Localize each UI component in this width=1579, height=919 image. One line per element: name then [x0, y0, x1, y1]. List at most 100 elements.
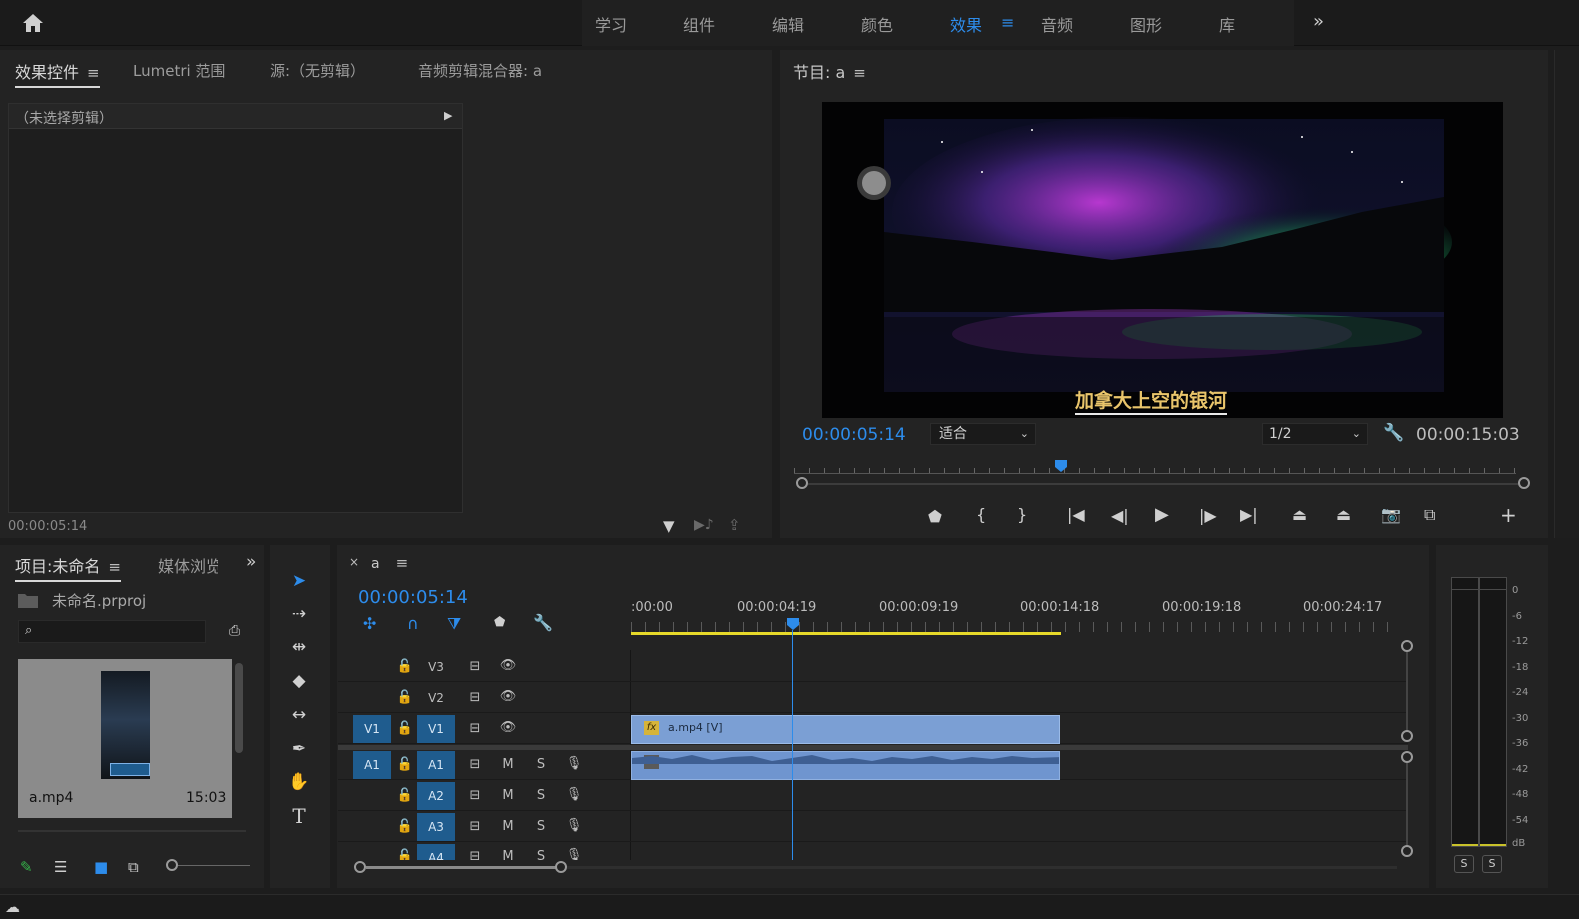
- lock-icon[interactable]: 🔓: [395, 849, 415, 860]
- home-icon[interactable]: [20, 10, 46, 36]
- track-target-a3[interactable]: A3: [417, 813, 455, 841]
- horizontal-zoom-end-handle[interactable]: [555, 861, 567, 873]
- source-patch-v1[interactable]: V1: [353, 715, 391, 743]
- mute-button[interactable]: M: [498, 788, 518, 803]
- comparison-view-icon[interactable]: ⧉: [1424, 505, 1435, 525]
- workspace-tab-color[interactable]: 颜色: [861, 12, 893, 36]
- selection-tool-icon[interactable]: ➤: [284, 568, 314, 594]
- tab-lumetri-scopes[interactable]: Lumetri 范围: [133, 60, 225, 81]
- project-scrollbar[interactable]: [235, 663, 243, 753]
- play-audio-icon[interactable]: ▶♪: [694, 517, 714, 533]
- lift-icon[interactable]: ⏏: [1292, 505, 1307, 524]
- resolution-select[interactable]: 1/2 ⌄: [1262, 423, 1368, 445]
- program-time-ruler[interactable]: [794, 462, 1516, 474]
- mute-button[interactable]: M: [498, 819, 518, 834]
- microphone-icon[interactable]: 🎙: [564, 818, 584, 833]
- step-forward-icon[interactable]: |▶: [1199, 506, 1217, 525]
- tab-source[interactable]: 源:（无剪辑）: [270, 60, 365, 81]
- linked-selection-icon[interactable]: ⧩: [447, 614, 461, 634]
- lock-icon[interactable]: 🔓: [395, 721, 415, 736]
- mute-button[interactable]: M: [498, 849, 518, 860]
- program-menu-icon[interactable]: ≡: [853, 64, 866, 82]
- export-frame-camera-icon[interactable]: 📷: [1381, 505, 1401, 524]
- tab-audio-clip-mixer[interactable]: 音频剪辑混合器: a: [418, 60, 542, 81]
- icon-view-icon[interactable]: ■: [94, 858, 108, 876]
- program-zoom-start-handle[interactable]: [796, 477, 808, 489]
- microphone-icon[interactable]: 🎙: [564, 756, 584, 771]
- solo-button[interactable]: S: [531, 819, 551, 834]
- pen-tool-icon[interactable]: ✒: [284, 736, 314, 762]
- lock-icon[interactable]: 🔓: [395, 819, 415, 834]
- program-zoom-end-handle[interactable]: [1518, 477, 1530, 489]
- clip-thumbnail-card[interactable]: a.mp4 15:03: [18, 659, 232, 818]
- microphone-icon[interactable]: 🎙: [564, 787, 584, 802]
- mute-button[interactable]: M: [498, 757, 518, 772]
- sync-lock-icon[interactable]: ⊟: [465, 788, 485, 803]
- expand-arrow-icon[interactable]: ▶: [444, 109, 452, 122]
- close-sequence-icon[interactable]: ×: [349, 555, 359, 569]
- timeline-timecode[interactable]: 00:00:05:14: [358, 587, 468, 608]
- razor-tool-icon[interactable]: ◆: [284, 668, 314, 694]
- sync-lock-icon[interactable]: ⊟: [465, 757, 485, 772]
- solo-button[interactable]: S: [531, 849, 551, 860]
- mark-in-icon[interactable]: {: [976, 505, 986, 524]
- filter-icon[interactable]: ▼: [663, 517, 675, 535]
- audio-vertical-scrollbar[interactable]: [1406, 763, 1408, 845]
- play-icon[interactable]: ▶: [1155, 504, 1169, 525]
- workspace-tab-editing[interactable]: 编辑: [772, 12, 804, 36]
- microphone-icon[interactable]: 🎙: [564, 848, 584, 860]
- add-button-icon[interactable]: +: [1500, 503, 1517, 527]
- program-video-frame[interactable]: 加拿大上空的银河: [822, 102, 1503, 418]
- thumbnail-size-slider[interactable]: [178, 865, 250, 866]
- track-select-tool-icon[interactable]: ⇢: [284, 601, 314, 627]
- track-target-v2[interactable]: V2: [417, 684, 455, 712]
- new-search-bin-icon[interactable]: ⎙: [229, 623, 240, 639]
- list-view-icon[interactable]: ☰: [54, 858, 67, 876]
- program-current-time[interactable]: 00:00:05:14: [802, 425, 906, 445]
- extract-icon[interactable]: ⏏: [1336, 505, 1351, 524]
- nest-toggle-icon[interactable]: ✣: [363, 614, 376, 633]
- tab-effect-controls[interactable]: 效果控件 ≡: [15, 59, 100, 88]
- eye-icon[interactable]: 👁: [498, 720, 518, 735]
- lock-icon[interactable]: 🔓: [395, 690, 415, 705]
- pencil-icon[interactable]: ✎: [20, 858, 33, 876]
- lock-icon[interactable]: 🔓: [395, 757, 415, 772]
- track-target-a2[interactable]: A2: [417, 782, 455, 810]
- timeline-settings-wrench-icon[interactable]: 🔧: [533, 613, 553, 632]
- workspace-tab-effects[interactable]: 效果: [950, 12, 982, 36]
- workspace-tab-graphics[interactable]: 图形: [1130, 12, 1162, 36]
- track-target-v1[interactable]: V1: [417, 715, 455, 743]
- horizontal-scrollbar-track[interactable]: [567, 866, 1397, 869]
- track-target-a1[interactable]: A1: [417, 751, 455, 779]
- audio-zoom-handle[interactable]: [1401, 751, 1413, 763]
- timeline-ruler-ticks[interactable]: [631, 622, 1401, 632]
- add-marker-icon[interactable]: ⬟: [928, 507, 942, 526]
- horizontal-zoom-start-handle[interactable]: [354, 861, 366, 873]
- workspace-tab-learn[interactable]: 学习: [595, 12, 627, 36]
- eye-icon[interactable]: 👁: [498, 689, 518, 704]
- lock-icon[interactable]: 🔓: [395, 788, 415, 803]
- eye-icon[interactable]: 👁: [498, 658, 518, 673]
- tab-program[interactable]: 节目: a ≡: [793, 59, 866, 83]
- meter-solo-right-button[interactable]: S: [1482, 855, 1502, 873]
- source-patch-a1[interactable]: A1: [353, 751, 391, 779]
- mark-out-icon[interactable]: }: [1017, 505, 1027, 524]
- more-panels-icon[interactable]: »: [246, 552, 256, 572]
- solo-button[interactable]: S: [531, 757, 551, 772]
- panel-menu-icon[interactable]: ≡: [87, 64, 100, 82]
- track-target-a4[interactable]: A4: [417, 844, 455, 860]
- go-to-in-icon[interactable]: |◀: [1067, 505, 1085, 524]
- vertical-zoom-handle[interactable]: [1401, 640, 1413, 652]
- go-to-out-icon[interactable]: ▶|: [1240, 505, 1258, 524]
- snap-magnet-icon[interactable]: ∩: [407, 614, 419, 633]
- work-area-bar[interactable]: [631, 632, 1061, 635]
- sequence-tab[interactable]: a ≡: [371, 554, 408, 572]
- horizontal-scrollbar-thumb[interactable]: [366, 866, 560, 869]
- subtitle-text[interactable]: 加拿大上空的银河: [1075, 386, 1228, 415]
- program-playhead[interactable]: [1054, 459, 1068, 473]
- sequence-menu-icon[interactable]: ≡: [396, 554, 409, 572]
- creative-cloud-icon[interactable]: ☁: [5, 898, 20, 916]
- tab-media-browser[interactable]: 媒体浏览: [158, 553, 218, 577]
- type-tool-icon[interactable]: T: [284, 803, 314, 829]
- vertical-zoom-handle[interactable]: [1401, 730, 1413, 742]
